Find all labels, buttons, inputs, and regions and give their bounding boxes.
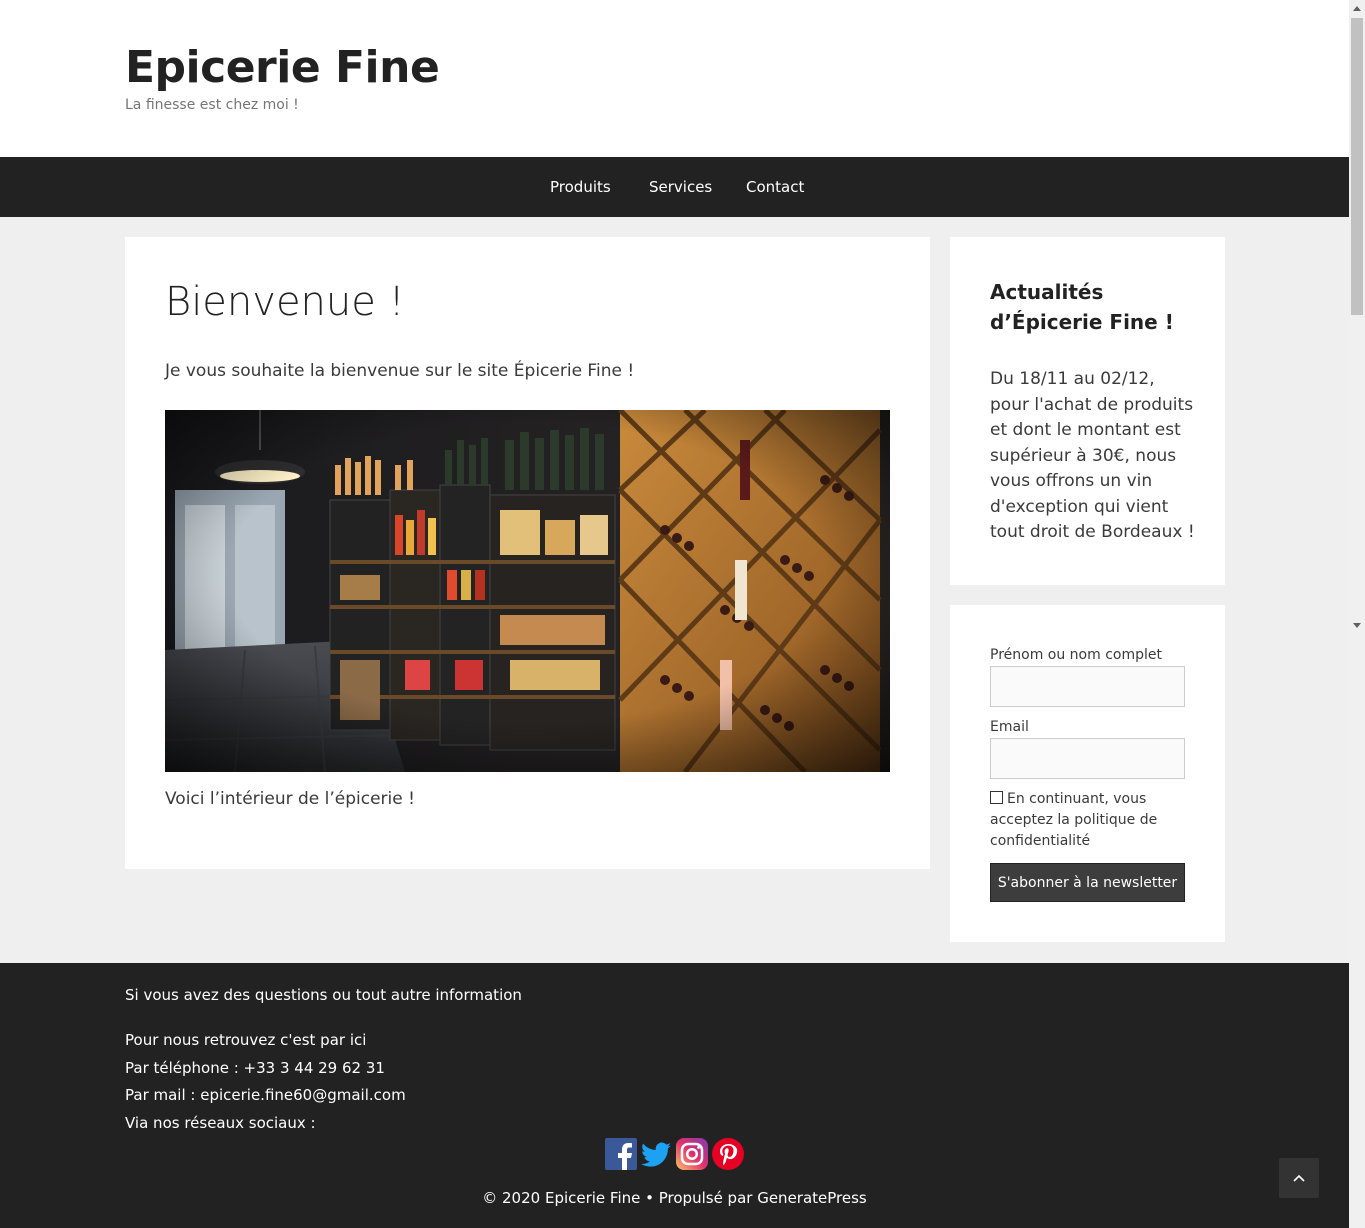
site-footer: Si vous avez des questions ou tout autre… <box>0 963 1349 1228</box>
page-scrollbar[interactable] <box>1349 0 1365 1228</box>
pinterest-icon[interactable] <box>712 1138 744 1170</box>
email-field-label: Email <box>990 719 1029 735</box>
footer-find-us: Pour nous retrouvez c'est par ici <box>125 1031 367 1049</box>
main-navigation: Produits Services Contact <box>0 157 1349 217</box>
facebook-icon[interactable] <box>605 1138 637 1170</box>
site-title[interactable]: Epicerie Fine <box>125 42 440 93</box>
nav-item-contact[interactable]: Contact <box>746 157 804 217</box>
name-field[interactable] <box>990 666 1185 707</box>
news-widget: Actualités d’Épicerie Fine ! Du 18/11 au… <box>950 237 1225 585</box>
twitter-icon[interactable] <box>640 1138 672 1170</box>
footer-phone: Par téléphone : +33 3 44 29 62 31 <box>125 1059 385 1077</box>
welcome-text: Je vous souhaite la bienvenue sur le sit… <box>165 361 635 381</box>
footer-intro: Si vous avez des questions ou tout autre… <box>125 986 522 1004</box>
newsletter-widget: Prénom ou nom complet Email En continuan… <box>950 605 1225 942</box>
subscribe-button[interactable]: S'abonner à la newsletter <box>990 863 1185 902</box>
chevron-up-icon <box>1293 1174 1305 1182</box>
name-field-label: Prénom ou nom complet <box>990 647 1162 663</box>
scroll-down-arrow[interactable] <box>1349 618 1365 634</box>
news-widget-text: Du 18/11 au 02/12, pour l'achat de produ… <box>990 369 1195 542</box>
main-content: Bienvenue ! Je vous souhaite la bienvenu… <box>125 237 930 869</box>
site-header: Epicerie Fine La finesse est chez moi ! <box>0 0 1349 157</box>
copyright-text: © 2020 Epicerie Fine • Propulsé par Gene… <box>482 1189 867 1207</box>
back-to-top-button[interactable] <box>1279 1158 1319 1198</box>
consent-text: En continuant, vous acceptez la politiqu… <box>990 791 1158 849</box>
nav-item-services[interactable]: Services <box>649 157 712 217</box>
store-interior-image <box>165 410 890 772</box>
page-title: Bienvenue ! <box>165 279 405 325</box>
email-field[interactable] <box>990 738 1185 779</box>
scroll-thumb[interactable] <box>1351 18 1363 315</box>
instagram-icon[interactable] <box>676 1138 708 1170</box>
footer-social-intro: Via nos réseaux sociaux : <box>125 1114 316 1132</box>
site-tagline: La finesse est chez moi ! <box>125 97 299 113</box>
footer-email: Par mail : epicerie.fine60@gmail.com <box>125 1086 406 1104</box>
image-caption: Voici l’intérieur de l’épicerie ! <box>165 789 415 809</box>
scroll-up-arrow[interactable] <box>1349 0 1365 16</box>
news-widget-title: Actualités d’Épicerie Fine ! <box>990 280 1174 334</box>
nav-item-produits[interactable]: Produits <box>550 157 611 217</box>
